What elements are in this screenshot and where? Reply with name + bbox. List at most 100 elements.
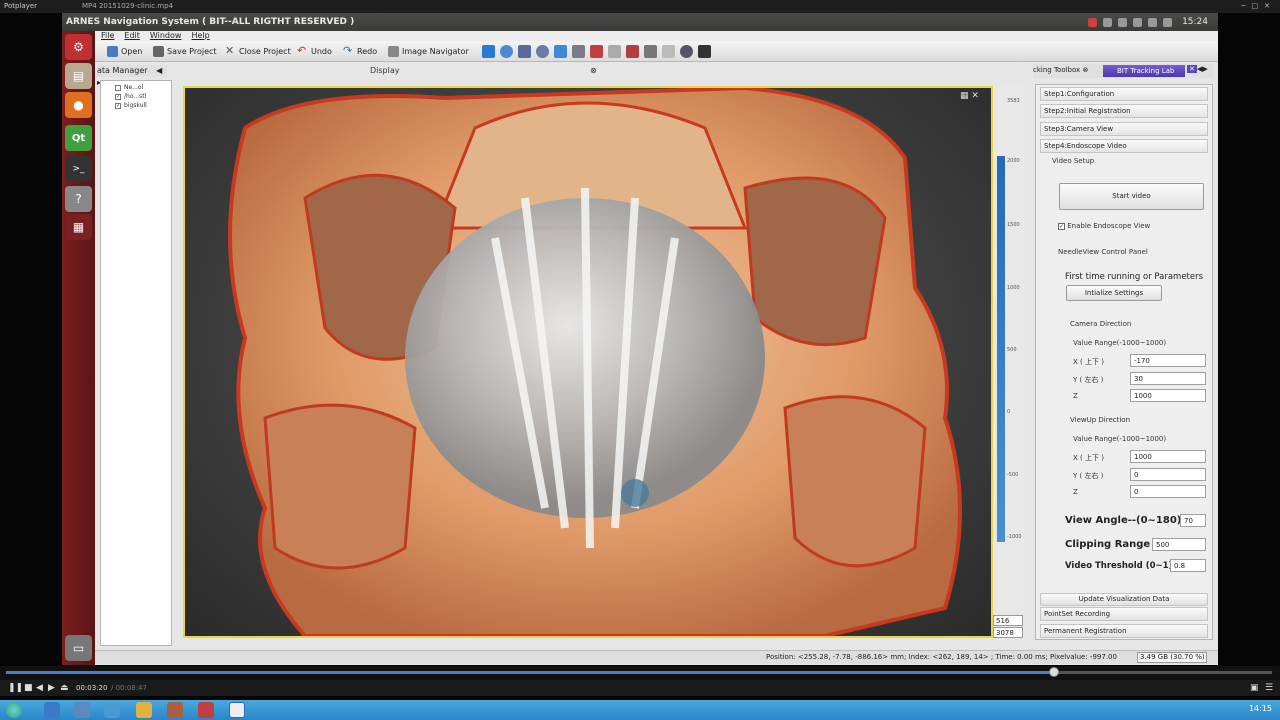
fullscreen-icon[interactable]: ▣ [1250,683,1259,693]
camera-x-input[interactable] [1130,354,1206,367]
terminal-icon[interactable]: >_ [65,156,92,182]
segment-icon[interactable] [572,45,585,58]
volume-icon[interactable] [1163,18,1172,27]
vm-icon[interactable] [167,702,183,718]
menu-help[interactable]: Help [191,31,209,40]
ie-icon[interactable] [44,702,60,718]
help-icon[interactable]: ? [65,186,92,212]
bluetooth-icon[interactable] [1133,18,1142,27]
step3-camera-view[interactable]: Step3:Camera View [1040,122,1208,136]
open-button[interactable]: Open [107,44,142,59]
potplayer-icon[interactable] [229,702,245,718]
trash-icon[interactable]: ▭ [65,635,92,661]
viewup-y-label: Y ( 左右 ) [1073,472,1104,480]
explorer-icon[interactable] [74,702,90,718]
folder-icon[interactable] [136,702,152,718]
player-app-name[interactable]: Potplayer [4,0,37,13]
zoom-icon[interactable] [536,45,549,58]
memory-usage: 3.49 GB (30.70 %) [1137,652,1207,663]
pointer-icon[interactable] [608,45,621,58]
seek-handle[interactable] [1049,667,1059,677]
files-icon[interactable]: ▤ [65,63,92,89]
menu-icon[interactable]: ☰ [1265,683,1273,693]
view-angle-input[interactable] [1180,514,1206,527]
close-project-button[interactable]: ✕ Close Project [225,44,291,59]
mail-icon[interactable] [198,702,214,718]
data-manager-tab[interactable]: ata Manager ◀ ▸ [97,65,167,87]
network-icon[interactable] [1148,18,1157,27]
camera-y-input[interactable] [1130,372,1206,385]
pause-icon[interactable]: ❚❚ [8,683,23,693]
tab-tracking-toolbox[interactable]: cking Toolbox ⊗ [1033,66,1088,74]
clipping-range-input[interactable] [1152,538,1206,551]
intensity-scale-bar[interactable] [997,156,1005,542]
measure-icon[interactable] [518,45,531,58]
registration-icon[interactable] [590,45,603,58]
tab-scroll-icon[interactable]: ◀▶ [1197,65,1208,73]
view-tool-icon[interactable] [482,45,495,58]
enable-endoscope-checkbox[interactable]: ✓ Enable Endoscope View [1058,222,1150,230]
search-icon[interactable] [680,45,693,58]
image-navigator-button[interactable]: Image Navigator [388,44,469,59]
qt-creator-icon[interactable]: Qt [65,125,92,151]
permanent-registration-section[interactable]: Permanent Registration [1040,624,1208,638]
tree-item[interactable]: ✓/ho...stl [115,93,146,100]
player-window-controls[interactable]: ─□✕ [1241,0,1276,13]
ubuntu-dash-icon[interactable]: ⚙ [65,34,92,60]
step1-configuration[interactable]: Step1:Configuration [1040,87,1208,101]
player-file-name: MP4 20151029-clinic.mp4 [82,2,174,10]
step4-endoscope-video[interactable]: Step4:Endoscope Video [1040,139,1208,153]
step2-initial-registration[interactable]: Step2:Initial Registration [1040,104,1208,118]
screenshot-icon[interactable] [698,45,711,58]
grid-icon[interactable] [662,45,675,58]
camera-z-input[interactable] [1130,389,1206,402]
viewup-z-input[interactable] [1130,485,1206,498]
close-icon[interactable]: ⊗ [1082,66,1088,74]
menu-edit[interactable]: Edit [124,31,140,40]
save-project-button[interactable]: Save Project [153,44,217,59]
workspace-icon[interactable]: ▦ [65,214,92,240]
start-icon[interactable] [6,702,22,718]
tree-checkbox[interactable] [115,84,121,91]
menu-file[interactable]: File [101,31,114,40]
tool-icon[interactable] [626,45,639,58]
viewup-y-input[interactable] [1130,468,1206,481]
next-icon[interactable]: ▶ [48,683,55,693]
player-duration: / 00:08:47 [111,684,148,692]
tree-checkbox[interactable]: ✓ [115,102,121,109]
undo-button[interactable]: ↶ Undo [297,44,332,59]
camera-icon[interactable] [1088,18,1097,27]
tree-checkbox[interactable]: ✓ [115,93,121,100]
ubuntu-clock[interactable]: 15:24 [1182,13,1208,31]
tree-item[interactable]: ✓ bigskull [115,102,147,109]
network-tool-icon[interactable] [644,45,657,58]
window-level-readout[interactable]: 516 [993,615,1023,626]
window-width-readout[interactable]: 3078 [993,627,1023,638]
display-close-icon[interactable]: ⊗ [590,66,597,75]
start-video-button[interactable]: Start video [1059,183,1204,210]
prev-icon[interactable]: ◀ [36,683,43,693]
initialize-settings-button[interactable]: Intialize Settings [1066,285,1162,301]
tab-bit-tracking-lab[interactable]: BIT Tracking Lab [1103,65,1185,77]
redo-button[interactable]: ↷ Redo [343,44,377,59]
render-viewport[interactable]: ▦ ✕ [183,86,993,638]
update-visualization-button[interactable]: Update Visualization Data [1040,593,1208,606]
taskbar-clock[interactable]: 14:15 [1249,704,1272,713]
play-icon[interactable] [554,45,567,58]
pointset-recording-section[interactable]: PointSet Recording [1040,607,1208,621]
mail-icon[interactable] [1103,18,1112,27]
eject-icon[interactable]: ⏏ [60,683,69,693]
menu-window[interactable]: Window [150,31,182,40]
firefox-icon[interactable]: ● [65,92,92,118]
camera-range-label: Value Range(-1000~1000) [1073,339,1167,347]
globe-icon[interactable] [500,45,513,58]
keyboard-icon[interactable] [1118,18,1127,27]
checkbox-box[interactable]: ✓ [1058,223,1065,230]
stop-icon[interactable]: ■ [24,683,33,693]
viewup-x-input[interactable] [1130,450,1206,463]
tree-item[interactable]: Ne...ol [115,84,143,91]
app-icon[interactable] [104,702,120,718]
video-threshold-input[interactable] [1170,559,1206,572]
close-icon[interactable]: ✕ [1187,65,1197,73]
main-toolbar: Open Save Project ✕ Close Project ↶ Undo ↷… [95,41,1218,62]
